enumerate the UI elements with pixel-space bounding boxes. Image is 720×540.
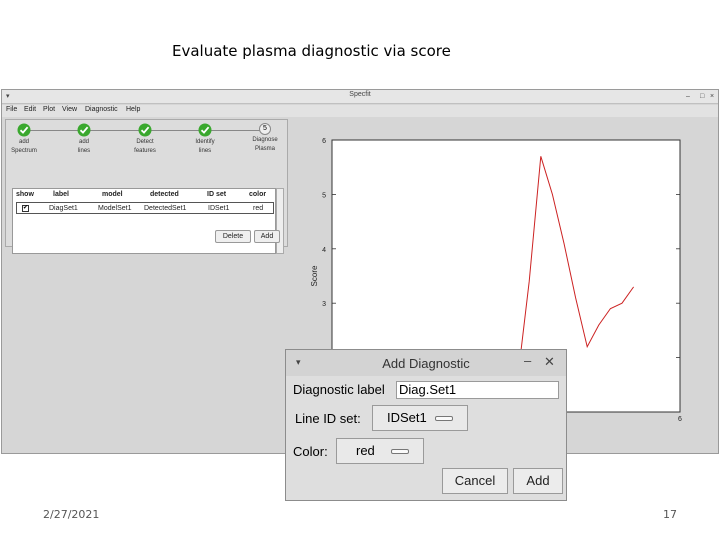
diagnostic-table: show label model detected ID set color ✔… <box>12 188 276 254</box>
diag-label-caption: Diagnostic label <box>293 382 385 397</box>
cancel-button[interactable]: Cancel <box>442 468 508 494</box>
color-caption: Color: <box>293 444 328 459</box>
diag-label-input[interactable]: Diag.Set1 <box>396 381 559 399</box>
check-icon <box>198 123 212 137</box>
menu-plot[interactable]: Plot <box>43 106 55 113</box>
minimize-icon[interactable]: – <box>524 353 531 368</box>
delete-button[interactable]: Delete <box>215 230 251 243</box>
line-id-select[interactable]: IDSet1 <box>372 405 468 431</box>
col-header-label[interactable]: label <box>53 191 69 198</box>
y-tick-label: 5 <box>322 192 326 199</box>
color-value: red <box>356 443 375 458</box>
option-menu-indicator-icon <box>391 449 409 454</box>
step-label-2: lines <box>198 148 212 154</box>
step-label-2: Spectrum <box>11 148 37 154</box>
step-label-2: Plasma <box>254 146 275 152</box>
add-button[interactable]: Add <box>513 468 563 494</box>
menu-help[interactable]: Help <box>126 106 140 113</box>
add-diagnostic-dialog: ▾ Add Diagnostic – ✕ Diagnostic label Di… <box>285 349 567 501</box>
line-id-caption: Line ID set: <box>295 411 361 426</box>
col-header-color[interactable]: color <box>249 191 266 198</box>
line-id-value: IDSet1 <box>387 410 427 425</box>
menubar: File Edit Plot View Diagnostic Help <box>2 105 718 117</box>
step-label-1: Diagnose <box>252 137 278 143</box>
step-label-1: Identify <box>195 139 215 145</box>
step-label-2: lines <box>77 148 91 154</box>
step-add-lines[interactable]: add lines <box>62 123 106 155</box>
step-label-1: Detect <box>136 139 154 145</box>
add-diag-button[interactable]: Add <box>254 230 280 243</box>
col-header-model[interactable]: model <box>102 191 123 198</box>
option-menu-indicator-icon <box>435 416 453 421</box>
slide-page-number: 17 <box>663 508 677 521</box>
step-detect-features[interactable]: Detect features <box>123 123 167 155</box>
window-title: Specfit <box>349 91 371 98</box>
slide-date: 2/27/2021 <box>43 508 100 521</box>
cell-color: red <box>253 205 264 212</box>
y-axis-label: Score <box>310 265 319 286</box>
window-titlebar: ▾ Specfit – □ × <box>2 90 718 104</box>
show-checkbox[interactable]: ✔ <box>22 205 29 212</box>
menu-edit[interactable]: Edit <box>24 106 36 113</box>
x-tick-label: 6 <box>678 416 682 423</box>
col-header-detected[interactable]: detected <box>150 191 179 198</box>
step-label-1: add <box>18 139 29 145</box>
step-number: 5 <box>259 123 271 135</box>
check-icon <box>77 123 91 137</box>
col-header-id-set[interactable]: ID set <box>207 191 226 198</box>
y-tick-label: 6 <box>322 138 326 145</box>
close-icon[interactable]: × <box>710 92 714 101</box>
slide-title: Evaluate plasma diagnostic via score <box>172 42 451 60</box>
check-icon <box>138 123 152 137</box>
table-scrollbar[interactable] <box>276 188 284 254</box>
col-header-show[interactable]: show <box>16 191 34 198</box>
color-select[interactable]: red <box>336 438 424 464</box>
step-identify-lines[interactable]: Identify lines <box>183 123 227 155</box>
cell-model: ModelSet1 <box>98 205 132 212</box>
dialog-titlebar: ▾ Add Diagnostic – ✕ <box>286 350 566 376</box>
cell-label: DiagSet1 <box>49 205 78 212</box>
menu-diagnostic[interactable]: Diagnostic <box>85 106 118 113</box>
menu-file[interactable]: File <box>6 106 17 113</box>
cell-detected: DetectedSet1 <box>144 205 187 212</box>
menu-view[interactable]: View <box>62 106 77 113</box>
cell-id-set: IDSet1 <box>208 205 230 212</box>
minimize-icon[interactable]: – <box>686 92 690 101</box>
y-tick-label: 3 <box>322 301 326 308</box>
step-diagnose-plasma[interactable]: 5 Diagnose Plasma <box>243 123 287 153</box>
close-icon[interactable]: ✕ <box>544 354 555 370</box>
step-add-spectrum[interactable]: add Spectrum <box>2 123 46 155</box>
step-label-2: features <box>134 148 156 154</box>
left-panel: add Spectrum add lines Detect features I… <box>2 119 288 254</box>
maximize-icon[interactable]: □ <box>700 92 704 101</box>
check-icon <box>17 123 31 137</box>
y-tick-label: 4 <box>322 247 326 254</box>
step-label-1: add <box>78 139 89 145</box>
